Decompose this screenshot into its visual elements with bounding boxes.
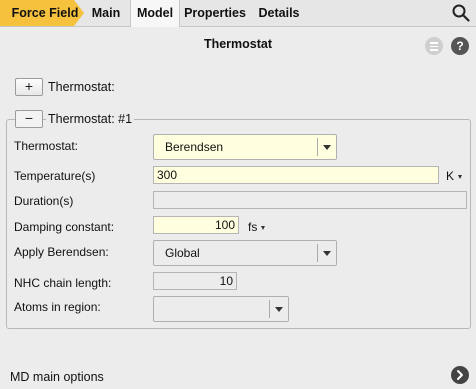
tab-model[interactable]: Model bbox=[130, 0, 180, 27]
tab-properties[interactable]: Properties bbox=[180, 0, 250, 26]
thermostat-select[interactable]: Berendsen bbox=[153, 134, 337, 160]
duration-label: Duration(s) bbox=[14, 194, 74, 208]
damping-input[interactable]: 100 bbox=[153, 216, 239, 234]
tab-force-field[interactable]: Force Field bbox=[0, 0, 84, 26]
temperature-unit-select[interactable]: K bbox=[446, 169, 463, 183]
md-main-options-label: MD main options bbox=[10, 370, 104, 384]
menu-icon[interactable] bbox=[425, 37, 443, 55]
search-icon[interactable] bbox=[451, 3, 471, 23]
damping-label: Damping constant: bbox=[14, 220, 115, 234]
tab-details[interactable]: Details bbox=[254, 0, 304, 26]
chevron-right-icon[interactable] bbox=[451, 366, 469, 384]
atoms-label: Atoms in region: bbox=[14, 300, 101, 314]
help-icon[interactable]: ? bbox=[451, 37, 469, 55]
expand-button[interactable]: + bbox=[15, 78, 43, 96]
chevron-down-icon bbox=[275, 307, 283, 312]
tab-main[interactable]: Main bbox=[85, 0, 127, 26]
duration-input[interactable] bbox=[153, 191, 467, 209]
chevron-down-icon bbox=[323, 145, 331, 150]
panel-title: Thermostat bbox=[203, 37, 273, 51]
damping-unit-select[interactable]: fs bbox=[248, 220, 266, 234]
section-label-expanded: Thermostat: #1 bbox=[46, 112, 135, 126]
thermostat-label: Thermostat: bbox=[14, 139, 79, 153]
temperature-unit: K bbox=[446, 169, 455, 183]
atoms-select[interactable] bbox=[153, 296, 289, 322]
temperature-label: Temperature(s) bbox=[14, 169, 96, 183]
nhc-input[interactable]: 10 bbox=[153, 272, 237, 290]
collapse-button[interactable]: − bbox=[15, 110, 43, 128]
apply-select[interactable]: Global bbox=[153, 240, 337, 266]
damping-unit: fs bbox=[248, 220, 258, 234]
thermostat-value: Berendsen bbox=[165, 140, 224, 154]
section-label-collapsed: Thermostat: bbox=[48, 80, 115, 94]
tab-force-field-label: Force Field bbox=[11, 6, 79, 20]
temperature-input[interactable]: 300 bbox=[153, 166, 439, 184]
apply-value: Global bbox=[165, 246, 200, 260]
chevron-down-icon bbox=[323, 251, 331, 256]
tab-bar: Force Field Main Model Properties Detail… bbox=[0, 0, 476, 27]
nhc-label: NHC chain length: bbox=[14, 276, 112, 290]
apply-label: Apply Berendsen: bbox=[14, 245, 109, 259]
